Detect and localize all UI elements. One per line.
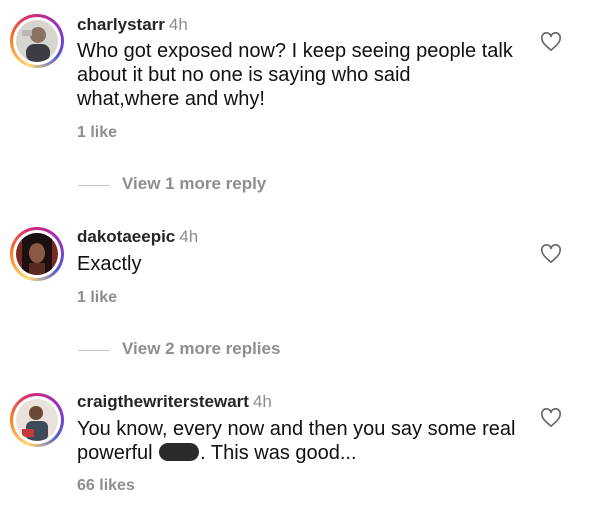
avatar[interactable]: [10, 227, 64, 281]
username[interactable]: charlystarr: [77, 15, 165, 34]
reply-divider: [78, 350, 110, 351]
comment-text: Who got exposed now? I keep seeing peopl…: [77, 40, 513, 110]
comment-text-end: . This was good...: [200, 442, 357, 464]
timestamp: 4h: [179, 227, 199, 246]
username[interactable]: dakotaeepic: [77, 227, 175, 246]
reply-divider: [78, 185, 110, 186]
avatar-photo: [16, 233, 58, 275]
view-replies-label: View 2 more replies: [122, 339, 281, 358]
heart-outline-icon[interactable]: [540, 244, 562, 264]
timestamp: 4h: [168, 15, 188, 34]
heart-outline-icon[interactable]: [540, 408, 562, 428]
heart-outline-icon[interactable]: [540, 32, 562, 52]
avatar[interactable]: [10, 393, 64, 447]
avatar[interactable]: [10, 14, 64, 68]
redacted-word: shit: [159, 443, 200, 461]
like-count[interactable]: 1 like: [77, 124, 117, 142]
avatar-photo: [16, 399, 58, 441]
view-replies-label: View 1 more reply: [122, 174, 267, 193]
avatar-photo: [16, 20, 58, 62]
comment-dakotaeepic: dakotaeepic 4h Exactly 1 like View 2 more…: [0, 200, 595, 370]
like-count[interactable]: 66 likes: [77, 477, 135, 495]
comment-charlystarr: charlystarr 4h Who got exposed now? I kee…: [0, 0, 595, 200]
comment-text: Exactly: [77, 253, 142, 275]
comment-text: You know, every now and then you say som…: [77, 417, 517, 465]
like-count[interactable]: 1 like: [77, 289, 117, 307]
timestamp: 4h: [252, 392, 272, 411]
comment-craigthewriterstewart: craigthewriterstewart 4h You know, every …: [0, 370, 595, 525]
username[interactable]: craigthewriterstewart: [77, 392, 249, 411]
